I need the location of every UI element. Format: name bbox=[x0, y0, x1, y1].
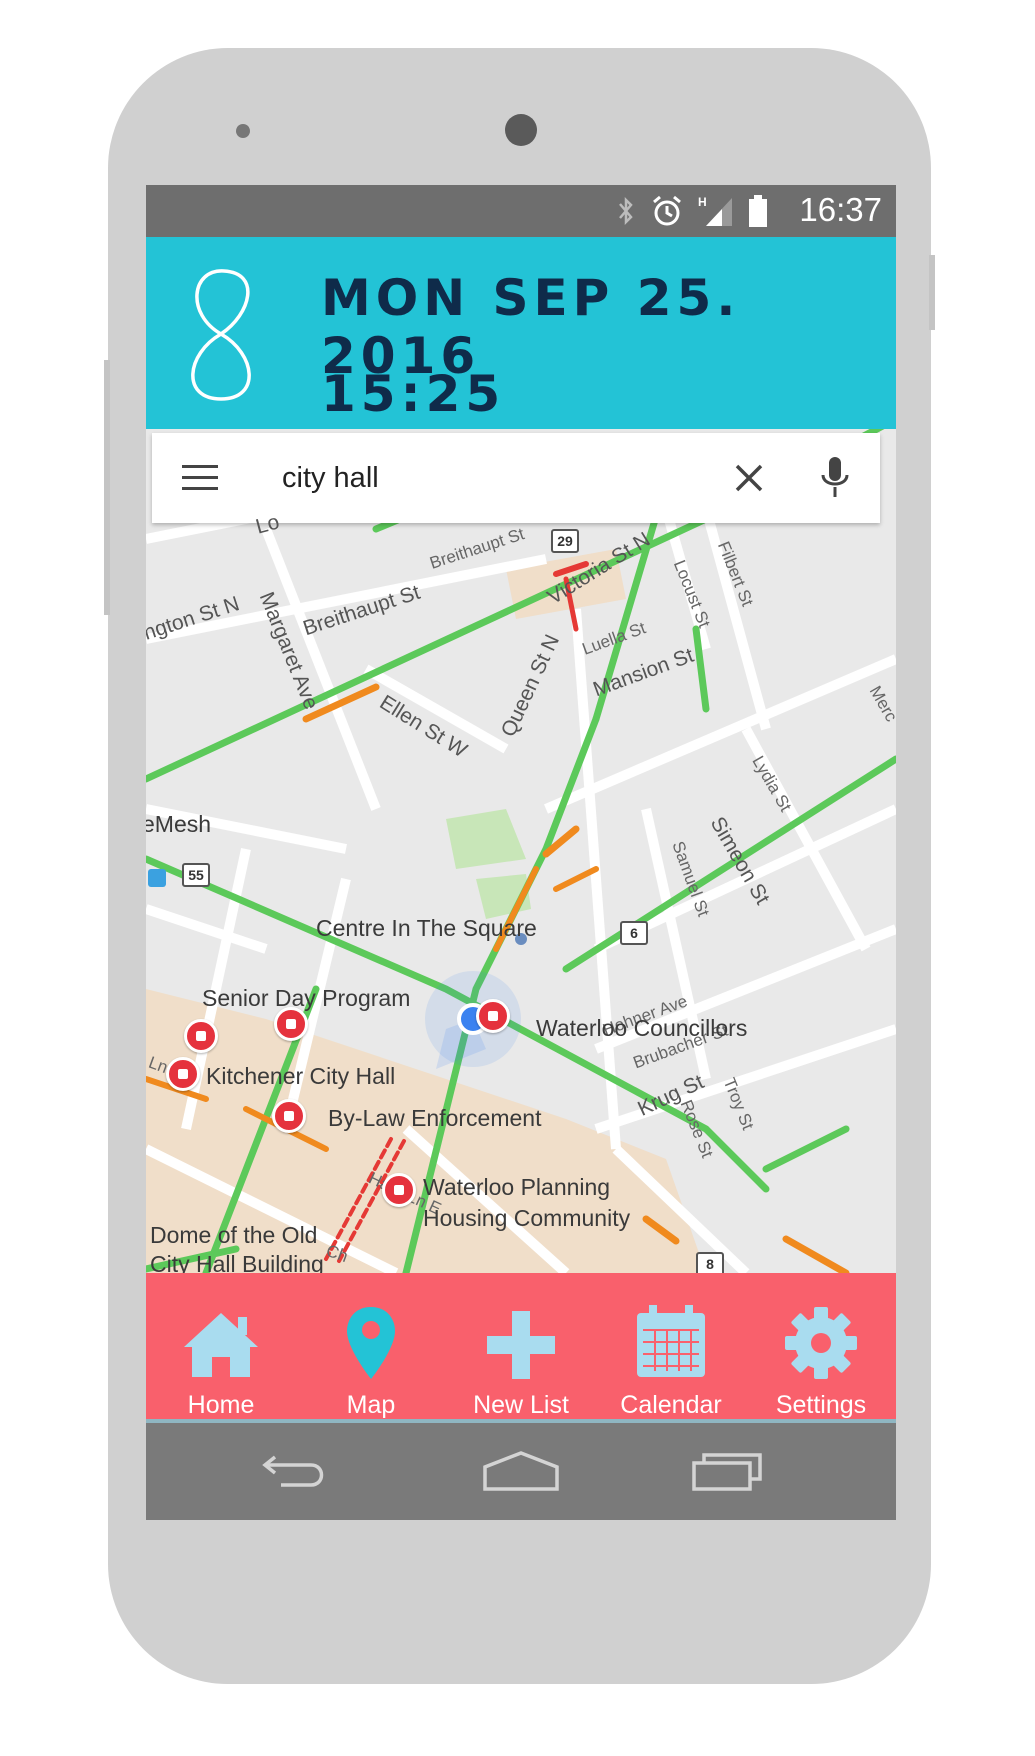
route-shield: 29 bbox=[551, 529, 579, 553]
status-bar: H 16:37 bbox=[146, 185, 896, 237]
nav-map[interactable]: Map bbox=[296, 1273, 446, 1419]
speaker-dot bbox=[236, 124, 250, 138]
place-label: Waterloo Councillors bbox=[536, 1015, 748, 1041]
back-icon[interactable] bbox=[261, 1451, 331, 1491]
place-label: Centre In The Square bbox=[316, 915, 537, 941]
power-button[interactable] bbox=[929, 255, 935, 330]
place-pin[interactable] bbox=[184, 1019, 218, 1053]
route-shield: 8 bbox=[696, 1252, 724, 1273]
home-outline-icon[interactable] bbox=[481, 1449, 561, 1493]
nav-label: Home bbox=[187, 1391, 255, 1419]
signal-icon: H bbox=[698, 195, 732, 226]
system-nav-bar bbox=[146, 1419, 896, 1520]
place-label: By-Law Enforcement bbox=[328, 1105, 542, 1131]
bottom-nav: Home Map New List Calendar Settings bbox=[146, 1273, 896, 1419]
map-view[interactable]: Lo ngton St N Breithaupt St Breithaupt S… bbox=[146, 429, 896, 1273]
place-label: City Hall Building bbox=[150, 1251, 324, 1273]
volume-button[interactable] bbox=[104, 360, 110, 615]
place-pin[interactable] bbox=[272, 1099, 306, 1133]
status-time: 16:37 bbox=[799, 191, 882, 228]
place-pin[interactable] bbox=[166, 1057, 200, 1091]
place-label: Dome of the Old bbox=[150, 1222, 318, 1248]
screen: H 16:37 MON SEP 25. 2016 15:25 city hall… bbox=[146, 185, 896, 1520]
transit-icon bbox=[148, 869, 166, 887]
battery-icon bbox=[749, 195, 767, 227]
place-label: Waterloo Planning bbox=[423, 1174, 611, 1200]
status-icons: H bbox=[616, 193, 768, 229]
plus-icon bbox=[487, 1311, 555, 1379]
nav-settings[interactable]: Settings bbox=[746, 1273, 896, 1419]
place-label: Senior Day Program bbox=[202, 985, 411, 1011]
gear-icon bbox=[785, 1307, 857, 1379]
menu-icon[interactable] bbox=[182, 465, 218, 491]
calendar-icon bbox=[637, 1305, 705, 1377]
home-icon bbox=[184, 1313, 258, 1377]
infinity-logo bbox=[191, 269, 251, 401]
place-label: Kitchener City Hall bbox=[206, 1063, 396, 1089]
nav-label: New List bbox=[473, 1391, 569, 1419]
header-time: 15:25 bbox=[321, 365, 506, 423]
place-label: Housing Community bbox=[423, 1205, 631, 1231]
close-icon[interactable] bbox=[730, 459, 768, 497]
map-canvas[interactable] bbox=[146, 429, 896, 1273]
search-input[interactable] bbox=[282, 457, 682, 499]
search-bar[interactable] bbox=[152, 433, 880, 523]
place-label: eMesh bbox=[146, 811, 212, 837]
nav-label: Calendar bbox=[620, 1391, 722, 1419]
nav-home[interactable]: Home bbox=[146, 1273, 296, 1419]
mic-icon[interactable] bbox=[820, 455, 850, 501]
place-pin[interactable] bbox=[382, 1173, 416, 1207]
place-pin[interactable] bbox=[274, 1007, 308, 1041]
front-camera bbox=[505, 114, 537, 146]
nav-label: Settings bbox=[775, 1391, 867, 1419]
nav-calendar[interactable]: Calendar bbox=[596, 1273, 746, 1419]
nav-label: Map bbox=[346, 1391, 396, 1419]
bluetooth-icon bbox=[619, 196, 633, 226]
map-pin-icon bbox=[347, 1307, 395, 1379]
recents-icon[interactable] bbox=[690, 1449, 766, 1493]
route-shield: 55 bbox=[182, 863, 210, 887]
network-type: H bbox=[698, 195, 707, 209]
nav-new-list[interactable]: New List bbox=[446, 1273, 596, 1419]
route-shield: 6 bbox=[620, 921, 648, 945]
alarm-icon bbox=[653, 195, 681, 226]
place-pin[interactable] bbox=[476, 999, 510, 1033]
app-header: MON SEP 25. 2016 15:25 bbox=[146, 237, 896, 429]
